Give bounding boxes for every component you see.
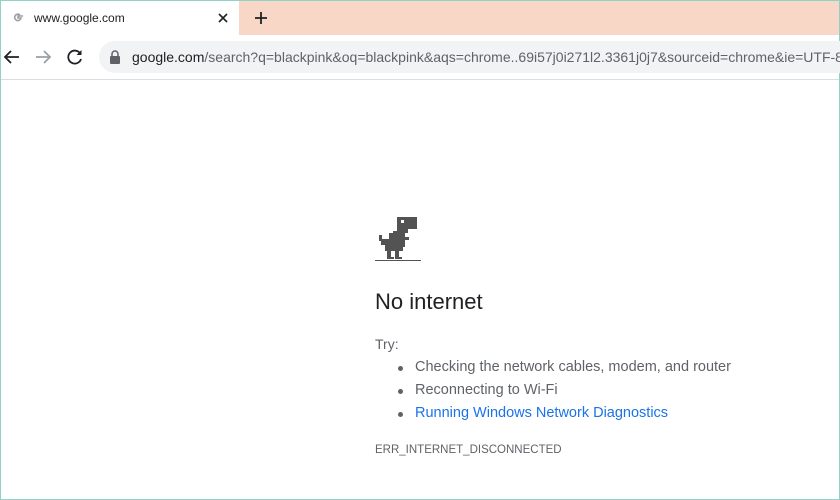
error-code: ERR_INTERNET_DISCONNECTED	[375, 444, 562, 456]
address-bar[interactable]: google.com/search?q=blackpink&oq=blackpi…	[99, 41, 840, 73]
error-page: No internet Try: Checking the network ca…	[375, 215, 731, 456]
close-tab-icon[interactable]	[213, 8, 233, 28]
error-title: No internet	[375, 289, 483, 314]
try-label: Try:	[375, 336, 399, 352]
suggestion-item: Reconnecting to Wi-Fi	[398, 382, 731, 405]
back-arrow-icon[interactable]	[1, 46, 23, 68]
forward-arrow-icon[interactable]	[32, 46, 54, 68]
suggestion-item: Checking the network cables, modem, and …	[398, 359, 731, 382]
lock-icon[interactable]	[109, 50, 121, 64]
browser-toolbar: google.com/search?q=blackpink&oq=blackpi…	[1, 35, 840, 80]
url-host: google.com	[132, 49, 205, 65]
reload-icon[interactable]	[64, 46, 86, 68]
url-path: /search?q=blackpink&oq=blackpink&aqs=chr…	[204, 49, 840, 65]
network-diagnostics-link[interactable]: Running Windows Network Diagnostics	[398, 405, 731, 428]
suggestion-list: Checking the network cables, modem, and …	[398, 359, 731, 428]
url-text[interactable]: google.com/search?q=blackpink&oq=blackpi…	[132, 49, 840, 65]
new-tab-plus-icon[interactable]	[251, 8, 271, 28]
tab-strip: www.google.com	[1, 1, 839, 35]
google-g-icon	[13, 13, 23, 22]
dinosaur-icon	[375, 217, 421, 261]
active-tab[interactable]: www.google.com	[1, 1, 239, 35]
tab-title: www.google.com	[34, 11, 125, 25]
